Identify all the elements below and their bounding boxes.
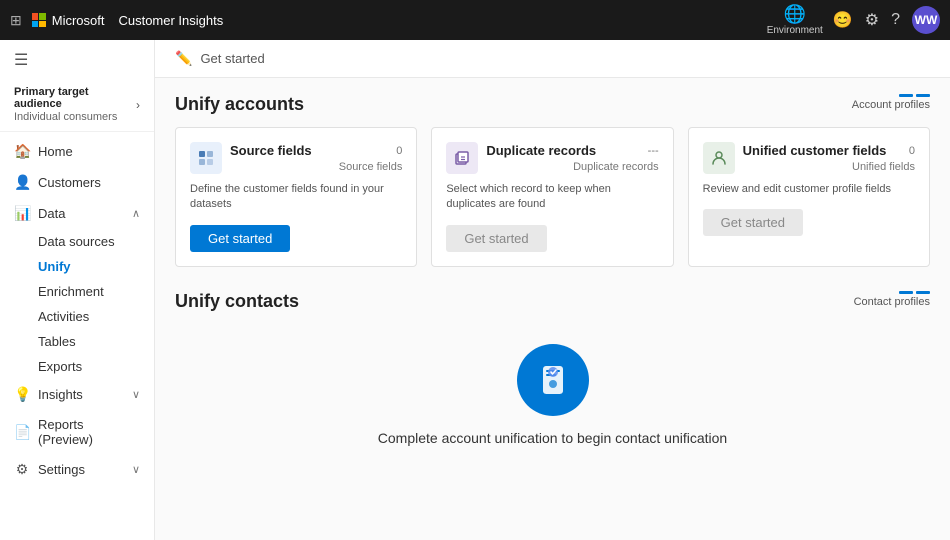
audience-section: Primary target audience Individual consu… <box>0 80 154 132</box>
reports-icon: 📄 <box>14 424 30 441</box>
brand-name: Microsoft <box>52 13 105 28</box>
unified-customer-fields-title-group: Unified customer fields 0 Unified fields <box>743 143 915 173</box>
sidebar-item-home-label: Home <box>38 144 73 159</box>
sidebar-nav: 🏠 Home 👤 Customers 📊 Data ∧ Data sources… <box>0 132 154 540</box>
sidebar-item-settings[interactable]: ⚙ Settings ∨ <box>0 454 154 485</box>
home-icon: 🏠 <box>14 143 30 160</box>
header-title: Get started <box>200 51 264 66</box>
audience-chevron-icon[interactable]: › <box>136 98 140 112</box>
customers-icon: 👤 <box>14 174 30 191</box>
sidebar-item-insights-label: Insights <box>38 387 83 402</box>
sidebar-item-data-sources[interactable]: Data sources <box>38 229 154 254</box>
settings-icon[interactable]: ⚙ <box>865 10 879 30</box>
main-header: ✏️ Get started <box>155 40 950 78</box>
sidebar-item-settings-label: Settings <box>38 462 85 477</box>
data-subnav: Data sources Unify Enrichment Activities… <box>0 229 154 379</box>
section2-header: Unify contacts Contact profiles <box>175 291 930 312</box>
section1-header: Unify accounts Account profiles <box>175 94 930 115</box>
duplicate-records-header: Duplicate records --- Duplicate records <box>446 142 658 174</box>
sidebar-item-data-label: Data <box>38 206 65 221</box>
contact-badge-dashes <box>899 291 930 294</box>
environment-label: 🌐 Environment <box>767 4 823 36</box>
sidebar-item-exports[interactable]: Exports <box>38 354 154 379</box>
help-icon[interactable]: ? <box>891 11 900 29</box>
source-fields-header: Source fields 0 Source fields <box>190 142 402 174</box>
source-fields-get-started-button[interactable]: Get started <box>190 225 290 252</box>
duplicate-records-get-started-button: Get started <box>446 225 546 252</box>
section2: Unify contacts Contact profiles <box>175 291 930 456</box>
insights-icon: 💡 <box>14 386 30 403</box>
source-fields-count-label: Source fields <box>339 161 403 173</box>
source-fields-card: Source fields 0 Source fields Define the… <box>175 127 417 267</box>
main-content: ✏️ Get started Unify accounts Account pr… <box>155 40 950 540</box>
audience-sub: Individual consumers <box>14 111 136 123</box>
avatar[interactable]: WW <box>912 6 940 34</box>
sidebar-item-insights[interactable]: 💡 Insights ∨ <box>0 379 154 410</box>
main-body: Unify accounts Account profiles <box>155 78 950 472</box>
source-fields-title-group: Source fields 0 Source fields <box>230 143 402 173</box>
smiley-icon[interactable]: 😊 <box>833 10 853 30</box>
sidebar-item-tables[interactable]: Tables <box>38 329 154 354</box>
unified-fields-count-label: Unified fields <box>852 161 915 173</box>
data-collapse-icon: ∧ <box>132 207 140 220</box>
grid-icon[interactable]: ⊞ <box>10 12 22 29</box>
sidebar-item-unify[interactable]: Unify <box>38 254 154 279</box>
contacts-circle-icon <box>517 344 589 416</box>
contact-dash1 <box>899 291 913 294</box>
audience-label: Primary target audience <box>14 86 136 110</box>
duplicate-records-icon <box>446 142 478 174</box>
section2-title: Unify contacts <box>175 291 299 312</box>
unified-customer-fields-title: Unified customer fields <box>743 143 887 158</box>
topbar: ⊞ Microsoft Customer Insights 🌐 Environm… <box>0 0 950 40</box>
sidebar-item-reports[interactable]: 📄 Reports (Preview) <box>0 410 154 454</box>
unified-customer-fields-card: Unified customer fields 0 Unified fields… <box>688 127 930 267</box>
contacts-message: Complete account unification to begin co… <box>378 430 727 446</box>
logo-squares <box>32 13 46 27</box>
contacts-body: Complete account unification to begin co… <box>175 324 930 456</box>
unified-customer-fields-header: Unified customer fields 0 Unified fields <box>703 142 915 174</box>
dash1 <box>899 94 913 97</box>
cards-row: Source fields 0 Source fields Define the… <box>175 127 930 267</box>
duplicate-records-title: Duplicate records <box>486 143 596 158</box>
account-profiles-badge: Account profiles <box>852 94 930 111</box>
sidebar-item-enrichment[interactable]: Enrichment <box>38 279 154 304</box>
source-fields-count: 0 <box>396 145 402 157</box>
sidebar-item-data[interactable]: 📊 Data ∧ <box>0 198 154 229</box>
settings-nav-icon: ⚙ <box>14 461 30 478</box>
app-name: Customer Insights <box>118 13 223 28</box>
unified-customer-fields-desc: Review and edit customer profile fields <box>703 182 915 197</box>
source-fields-icon <box>190 142 222 174</box>
badge-dashes <box>899 94 930 97</box>
edit-icon: ✏️ <box>175 50 192 67</box>
account-profiles-label: Account profiles <box>852 99 930 111</box>
unified-customer-fields-icon <box>703 142 735 174</box>
duplicate-records-count-label: Duplicate records <box>573 161 659 173</box>
source-fields-desc: Define the customer fields found in your… <box>190 182 402 213</box>
contact-profiles-badge: Contact profiles <box>854 291 930 308</box>
sidebar: ☰ Primary target audience Individual con… <box>0 40 155 540</box>
sidebar-item-home[interactable]: 🏠 Home <box>0 136 154 167</box>
body: ☰ Primary target audience Individual con… <box>0 40 950 540</box>
insights-expand-icon: ∨ <box>132 388 140 401</box>
contact-dash2 <box>916 291 930 294</box>
dash2 <box>916 94 930 97</box>
duplicate-records-desc: Select which record to keep when duplica… <box>446 182 658 213</box>
microsoft-logo: Microsoft <box>32 13 105 28</box>
source-fields-title: Source fields <box>230 143 312 158</box>
topbar-icons: 😊 ⚙ ? WW <box>833 6 940 34</box>
contact-profiles-label: Contact profiles <box>854 296 930 308</box>
sidebar-item-customers[interactable]: 👤 Customers <box>0 167 154 198</box>
duplicate-records-card: Duplicate records --- Duplicate records … <box>431 127 673 267</box>
duplicate-records-count: --- <box>648 145 659 157</box>
unified-fields-count: 0 <box>909 145 915 157</box>
sidebar-item-reports-label: Reports (Preview) <box>38 417 140 447</box>
data-icon: 📊 <box>14 205 30 222</box>
sidebar-item-customers-label: Customers <box>38 175 101 190</box>
duplicate-records-title-group: Duplicate records --- Duplicate records <box>486 143 658 173</box>
sidebar-item-activities[interactable]: Activities <box>38 304 154 329</box>
hamburger-icon[interactable]: ☰ <box>0 40 154 80</box>
unified-fields-get-started-button: Get started <box>703 209 803 236</box>
settings-expand-icon: ∨ <box>132 463 140 476</box>
section1-title: Unify accounts <box>175 94 304 115</box>
